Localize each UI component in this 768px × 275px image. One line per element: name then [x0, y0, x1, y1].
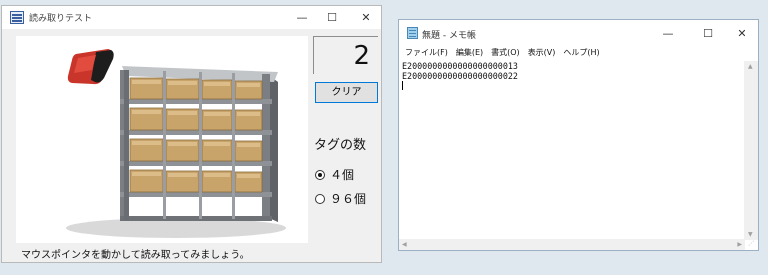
window-title: 無題 - メモ帳	[422, 31, 476, 41]
scroll-left-icon[interactable]: ◀	[402, 241, 407, 248]
text-cursor	[402, 81, 403, 90]
notepad-icon	[407, 27, 418, 39]
maximize-button[interactable]: ☐	[690, 20, 726, 47]
vertical-scrollbar[interactable]: ▲ ▼	[744, 61, 758, 240]
storage-rack	[120, 66, 278, 222]
text-line: E2000000000000000000022	[402, 71, 518, 81]
menu-edit[interactable]: 編集(E)	[456, 47, 483, 60]
text-editor[interactable]: E2000000000000000000013 E200000000000000…	[399, 61, 745, 240]
scroll-right-icon[interactable]: ▶	[737, 241, 742, 248]
clear-button[interactable]: クリア	[315, 82, 378, 103]
minimize-button[interactable]: —	[650, 20, 686, 47]
notepad-window: 無題 - メモ帳 — ☐ ✕ ファイル(F) 編集(E) 書式(O) 表示(V)…	[398, 19, 759, 251]
close-button[interactable]: ✕	[348, 6, 384, 29]
window-title: 読み取りテスト	[29, 14, 93, 24]
horizontal-scrollbar[interactable]: ◀ ▶	[399, 239, 745, 250]
menu-view[interactable]: 表示(V)	[528, 47, 556, 60]
reader-test-window: 読み取りテスト — ☐ ✕ 2 クリア タグの数 ４個 ９６個 マウスポインタを…	[1, 5, 382, 263]
scroll-up-icon[interactable]: ▲	[748, 63, 753, 70]
menu-file[interactable]: ファイル(F)	[405, 47, 448, 60]
radio-label: ４個	[330, 168, 355, 182]
tag-counter-display: 2	[313, 36, 378, 74]
app-icon	[10, 11, 24, 24]
title-bar: 無題 - メモ帳 — ☐ ✕	[399, 20, 758, 47]
radio-label: ９６個	[330, 192, 367, 206]
text-line: E2000000000000000000013	[402, 61, 518, 71]
tag-count-label: タグの数	[314, 138, 367, 153]
maximize-button[interactable]: ☐	[314, 6, 350, 29]
instruction-text: マウスポインタを動かして読み取ってみましょう。	[21, 250, 250, 261]
close-button[interactable]: ✕	[724, 20, 760, 47]
title-bar: 読み取りテスト — ☐ ✕	[2, 6, 381, 29]
menu-help[interactable]: ヘルプ(H)	[563, 47, 599, 60]
rfid-reader-icon	[67, 49, 114, 85]
menu-format[interactable]: 書式(O)	[491, 47, 520, 60]
radio-button[interactable]	[315, 193, 325, 204]
radio-96-tags[interactable]: ９６個	[315, 190, 366, 207]
shelf-image[interactable]	[16, 36, 308, 243]
radio-4-tags[interactable]: ４個	[315, 166, 354, 183]
radio-button-selected[interactable]	[315, 169, 325, 180]
resize-grip-icon[interactable]: ⋰	[748, 240, 756, 248]
scroll-down-icon[interactable]: ▼	[748, 231, 753, 238]
menu-bar: ファイル(F) 編集(E) 書式(O) 表示(V) ヘルプ(H)	[399, 47, 758, 60]
